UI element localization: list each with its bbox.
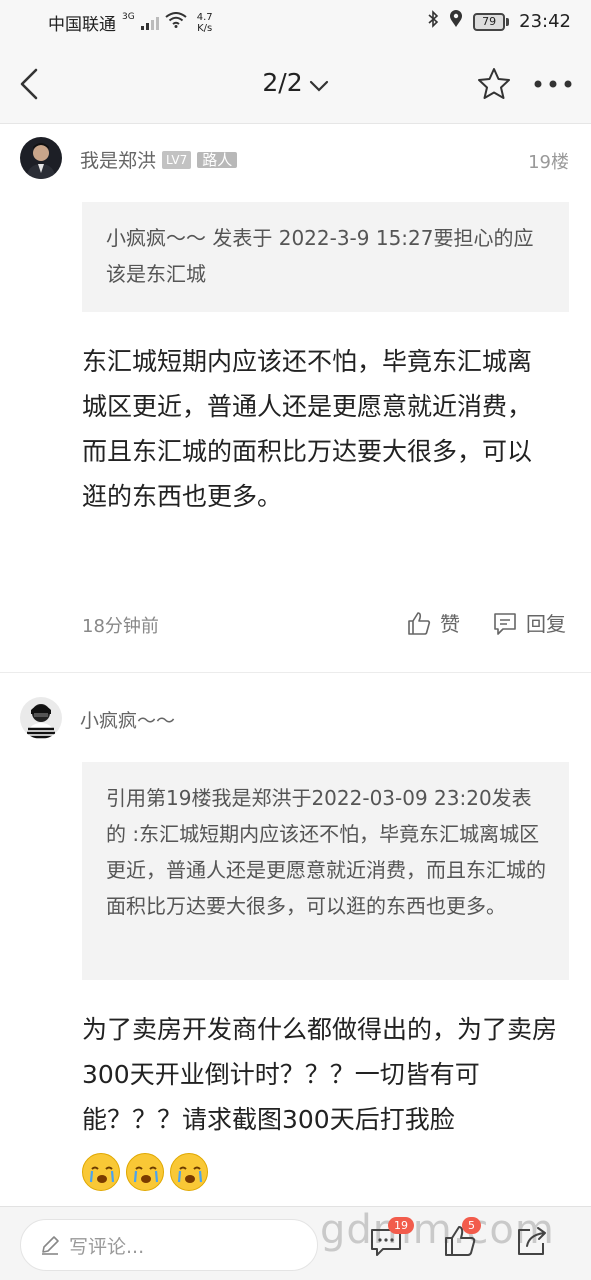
comment-count-badge: 19 [388, 1217, 414, 1234]
pencil-icon [42, 1236, 59, 1255]
share-button[interactable] [514, 1223, 554, 1263]
crying-face-icon [82, 1153, 120, 1191]
like-label: 赞 [440, 612, 460, 636]
post-author: 小疯疯～～ [80, 706, 175, 733]
more-icon [534, 80, 572, 88]
nav-bar: 2/2 [0, 44, 591, 124]
post-body: 东汇城短期内应该还不怕，毕竟东汇城离城区更近，普通人还是更愿意就近消费，而且东汇… [82, 347, 533, 511]
like-button[interactable]: 赞 [406, 608, 460, 637]
crying-face-icon [170, 1153, 208, 1191]
bluetooth-icon [427, 10, 439, 33]
clock: 23:42 [519, 11, 571, 32]
post-floor-19: 我是郑洪 LV7 路人 19楼 小疯疯～～ 发表于 2022-3-9 15:27… [0, 124, 591, 672]
chevron-down-icon [309, 70, 329, 99]
reply-label: 回复 [526, 612, 566, 636]
carrier-name: 中国联通 [48, 15, 116, 35]
level-badge: LV7 [162, 150, 192, 169]
speed-unit: K/s [197, 22, 213, 34]
emoji-row [82, 1153, 208, 1191]
quote-block: 小疯疯～～ 发表于 2022-3-9 15:27要担心的应该是东汇城 [82, 202, 569, 312]
share-icon [518, 1227, 546, 1255]
username[interactable]: 我是郑洪 [80, 146, 156, 173]
network-speed: 4.7 K/s [197, 12, 213, 34]
comment-input[interactable]: 写评论... [20, 1219, 318, 1271]
bottom-bar: 写评论... gdmm.com 19 5 [0, 1206, 591, 1280]
comment-placeholder: 写评论... [69, 1235, 145, 1258]
status-bar: 中国联通 3G 4.7 K/s 79 23:42 [0, 0, 591, 44]
signal-icon [140, 16, 159, 30]
post-author: 我是郑洪 LV7 路人 [80, 146, 238, 173]
reply-button[interactable]: 回复 [492, 608, 566, 637]
floor-number: 19楼 [528, 152, 569, 173]
comments-button[interactable]: 19 [368, 1217, 414, 1263]
post-reply: 小疯疯～～ 引用第19楼我是郑洪于2022-03-09 23:20发表的 :东汇… [0, 673, 591, 1206]
more-button[interactable] [530, 66, 576, 102]
network-type: 3G [122, 11, 135, 22]
wifi-icon [165, 12, 187, 33]
avatar[interactable] [20, 137, 62, 179]
status-left: 中国联通 3G 4.7 K/s [48, 10, 213, 36]
status-right: 79 23:42 [427, 10, 571, 33]
star-icon [478, 68, 510, 99]
avatar[interactable] [20, 697, 62, 739]
post-body: 为了卖房开发商什么都做得出的，为了卖房300天开业倒计时？？？一切皆有可能？？？… [82, 1015, 558, 1134]
favorite-button[interactable] [474, 66, 514, 102]
thumbs-up-icon [408, 611, 431, 635]
like-count-badge: 5 [462, 1217, 481, 1234]
location-icon [449, 10, 463, 33]
crying-face-icon [126, 1153, 164, 1191]
speed-value: 4.7 [196, 11, 213, 23]
role-badge: 路人 [197, 151, 238, 168]
comment-icon [494, 612, 516, 635]
post-time: 18分钟前 [82, 616, 159, 637]
battery-level: 79 [473, 12, 506, 31]
username[interactable]: 小疯疯～～ [80, 706, 175, 733]
page-indicator: 2/2 [262, 68, 303, 97]
like-post-button[interactable]: 5 [442, 1217, 482, 1263]
battery-icon: 79 [473, 12, 510, 31]
quote-block: 引用第19楼我是郑洪于2022-03-09 23:20发表的 :东汇城短期内应该… [82, 762, 569, 980]
